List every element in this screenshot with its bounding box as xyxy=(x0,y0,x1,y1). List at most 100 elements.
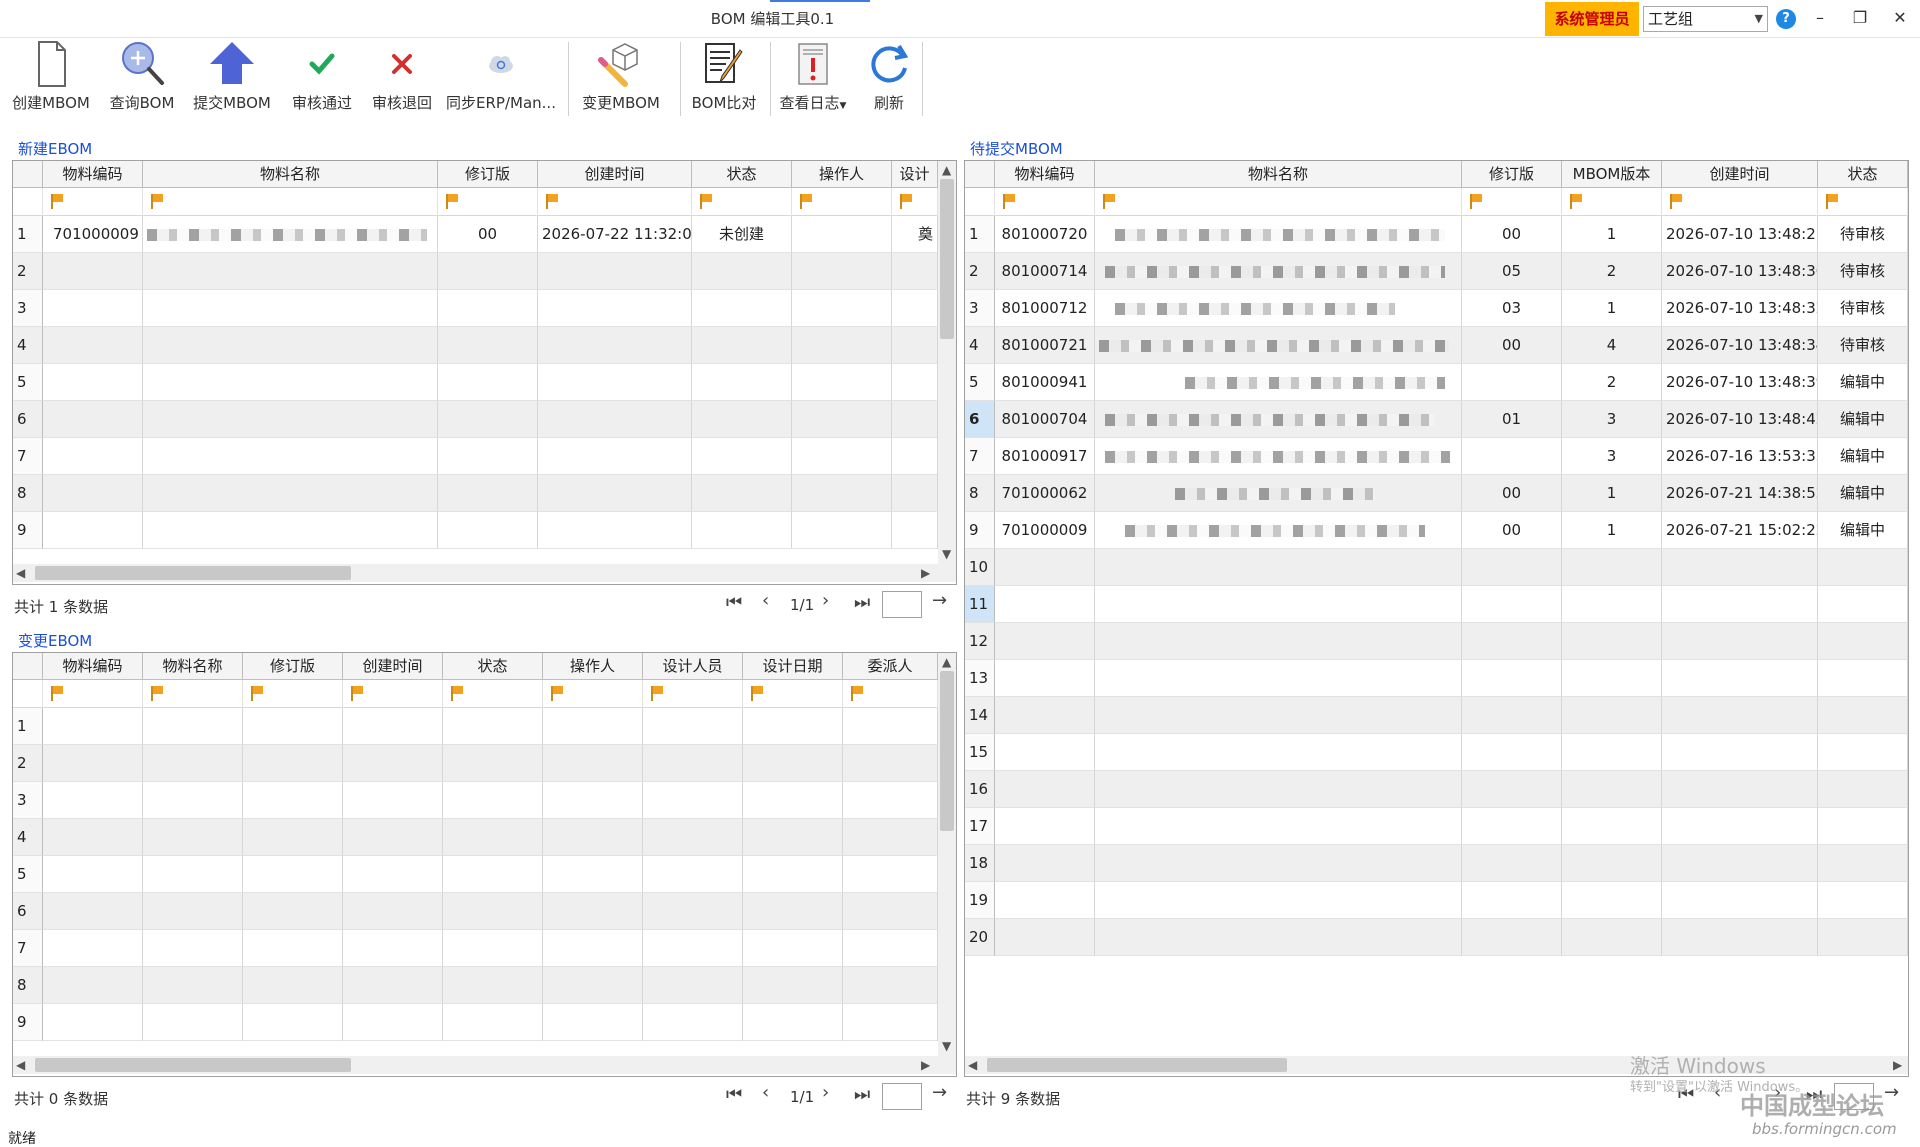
scroll-right-icon[interactable]: ▶ xyxy=(921,566,930,580)
scroll-thumb[interactable] xyxy=(940,671,954,831)
table-row[interactable]: 6 801000704 01 3 2026-07-10 13:48:42 编辑中 xyxy=(965,401,1908,438)
table-row[interactable]: 14 xyxy=(965,697,1908,734)
refresh-button[interactable]: 刷新 xyxy=(858,38,920,120)
table-row[interactable]: 3 xyxy=(13,782,938,819)
table-row[interactable]: 5 xyxy=(13,856,938,893)
filter-cell[interactable] xyxy=(143,188,438,216)
table-row[interactable]: 4 xyxy=(13,327,938,364)
column-header[interactable]: 状态 xyxy=(1818,161,1908,188)
filter-cell[interactable] xyxy=(843,680,938,708)
last-page-icon[interactable]: ⏭ xyxy=(854,1084,870,1105)
filter-cell[interactable] xyxy=(643,680,743,708)
first-page-icon[interactable]: ⏮ xyxy=(726,592,742,613)
column-header[interactable]: 状态 xyxy=(692,161,792,188)
reject-button[interactable]: 审核退回 xyxy=(364,38,440,120)
prev-page-icon[interactable]: ‹ xyxy=(762,590,769,611)
column-header[interactable]: 状态 xyxy=(443,653,543,680)
table-row[interactable]: 20 xyxy=(965,919,1908,956)
scroll-down-icon[interactable]: ▼ xyxy=(942,547,951,561)
column-header[interactable]: 创建时间 xyxy=(1662,161,1818,188)
column-header[interactable]: 物料名称 xyxy=(143,161,438,188)
vertical-scrollbar[interactable]: ▲ ▼ xyxy=(938,161,956,564)
filter-cell[interactable] xyxy=(792,188,892,216)
table-row[interactable]: 18 xyxy=(965,845,1908,882)
table-row[interactable]: 12 xyxy=(965,623,1908,660)
table-row[interactable]: 9 xyxy=(13,1004,938,1041)
horizontal-scrollbar[interactable]: ◀ ▶ xyxy=(13,564,956,582)
column-header[interactable]: 修订版 xyxy=(243,653,343,680)
filter-cell[interactable] xyxy=(1662,188,1818,216)
table-row[interactable]: 19 xyxy=(965,882,1908,919)
vertical-scrollbar[interactable]: ▲ ▼ xyxy=(938,653,956,1056)
table-row[interactable]: 8 701000062 00 1 2026-07-21 14:38:52 编辑中 xyxy=(965,475,1908,512)
filter-cell[interactable] xyxy=(1818,188,1908,216)
next-page-icon[interactable]: › xyxy=(822,590,829,611)
prev-page-icon[interactable]: ‹ xyxy=(762,1082,769,1103)
scroll-up-icon[interactable]: ▲ xyxy=(942,655,951,669)
page-number-input[interactable] xyxy=(882,591,922,618)
scroll-down-icon[interactable]: ▼ xyxy=(942,1039,951,1053)
view-log-button[interactable]: 查看日志▼ xyxy=(772,38,854,120)
next-page-icon[interactable]: › xyxy=(822,1082,829,1103)
column-header[interactable]: 物料名称 xyxy=(1095,161,1462,188)
table-row[interactable]: 7 801000917 3 2026-07-16 13:53:35 编辑中 xyxy=(965,438,1908,475)
scroll-thumb[interactable] xyxy=(987,1058,1287,1072)
table-row[interactable]: 9 xyxy=(13,512,938,549)
filter-cell[interactable] xyxy=(1462,188,1562,216)
sync-erp-button[interactable]: 同步ERP/Man... xyxy=(444,38,558,120)
column-header[interactable]: 修订版 xyxy=(1462,161,1562,188)
column-header[interactable]: 物料编码 xyxy=(995,161,1095,188)
horizontal-scrollbar[interactable]: ◀ ▶ xyxy=(965,1056,1908,1074)
group-select[interactable]: 工艺组 ▼ xyxy=(1643,6,1768,32)
column-header[interactable]: 物料名称 xyxy=(143,653,243,680)
submit-mbom-button[interactable]: 提交MBOM xyxy=(188,38,276,120)
go-page-arrow-icon[interactable]: → xyxy=(932,1082,947,1103)
table-row[interactable]: 8 xyxy=(13,967,938,1004)
table-row[interactable]: 5 xyxy=(13,364,938,401)
column-header[interactable]: 创建时间 xyxy=(538,161,692,188)
table-row[interactable]: 1 xyxy=(13,708,938,745)
filter-cell[interactable] xyxy=(443,680,543,708)
column-header[interactable]: 委派人 xyxy=(843,653,938,680)
scroll-left-icon[interactable]: ◀ xyxy=(16,566,25,580)
table-row[interactable]: 17 xyxy=(965,808,1908,845)
bom-compare-button[interactable]: BOM比对 xyxy=(684,38,764,120)
column-header[interactable]: 操作人 xyxy=(792,161,892,188)
create-mbom-button[interactable]: 创建MBOM xyxy=(6,38,96,120)
scroll-right-icon[interactable]: ▶ xyxy=(921,1058,930,1072)
column-header[interactable]: 物料编码 xyxy=(43,161,143,188)
column-header[interactable]: 设计人员 xyxy=(643,653,743,680)
table-row[interactable]: 8 xyxy=(13,475,938,512)
restore-button[interactable]: ❐ xyxy=(1840,0,1880,38)
column-header[interactable]: 操作人 xyxy=(543,653,643,680)
column-header[interactable]: 修订版 xyxy=(438,161,538,188)
help-button[interactable]: ? xyxy=(1776,9,1796,29)
filter-cell[interactable] xyxy=(892,188,938,216)
table-row[interactable]: 3 xyxy=(13,290,938,327)
approve-button[interactable]: 审核通过 xyxy=(284,38,360,120)
filter-cell[interactable] xyxy=(43,188,143,216)
table-row[interactable]: 11 xyxy=(965,586,1908,623)
scroll-thumb[interactable] xyxy=(940,179,954,339)
filter-cell[interactable] xyxy=(692,188,792,216)
table-row[interactable]: 16 xyxy=(965,771,1908,808)
filter-cell[interactable] xyxy=(543,680,643,708)
table-row[interactable]: 7 xyxy=(13,930,938,967)
close-button[interactable]: ✕ xyxy=(1880,0,1920,38)
filter-cell[interactable] xyxy=(438,188,538,216)
scroll-thumb[interactable] xyxy=(35,566,351,580)
scroll-left-icon[interactable]: ◀ xyxy=(968,1058,977,1072)
table-row[interactable]: 9 701000009 00 1 2026-07-21 15:02:22 编辑中 xyxy=(965,512,1908,549)
horizontal-scrollbar[interactable]: ◀ ▶ xyxy=(13,1056,956,1074)
column-header[interactable]: 设计日期 xyxy=(743,653,843,680)
go-page-arrow-icon[interactable]: → xyxy=(1884,1082,1899,1103)
filter-cell[interactable] xyxy=(243,680,343,708)
filter-cell[interactable] xyxy=(538,188,692,216)
table-row[interactable]: 15 xyxy=(965,734,1908,771)
column-header[interactable]: MBOM版本 xyxy=(1562,161,1662,188)
first-page-icon[interactable]: ⏮ xyxy=(726,1084,742,1105)
minimize-button[interactable]: – xyxy=(1800,0,1840,38)
filter-cell[interactable] xyxy=(1562,188,1662,216)
table-row[interactable]: 10 xyxy=(965,549,1908,586)
change-mbom-button[interactable]: 变更MBOM xyxy=(576,38,666,120)
